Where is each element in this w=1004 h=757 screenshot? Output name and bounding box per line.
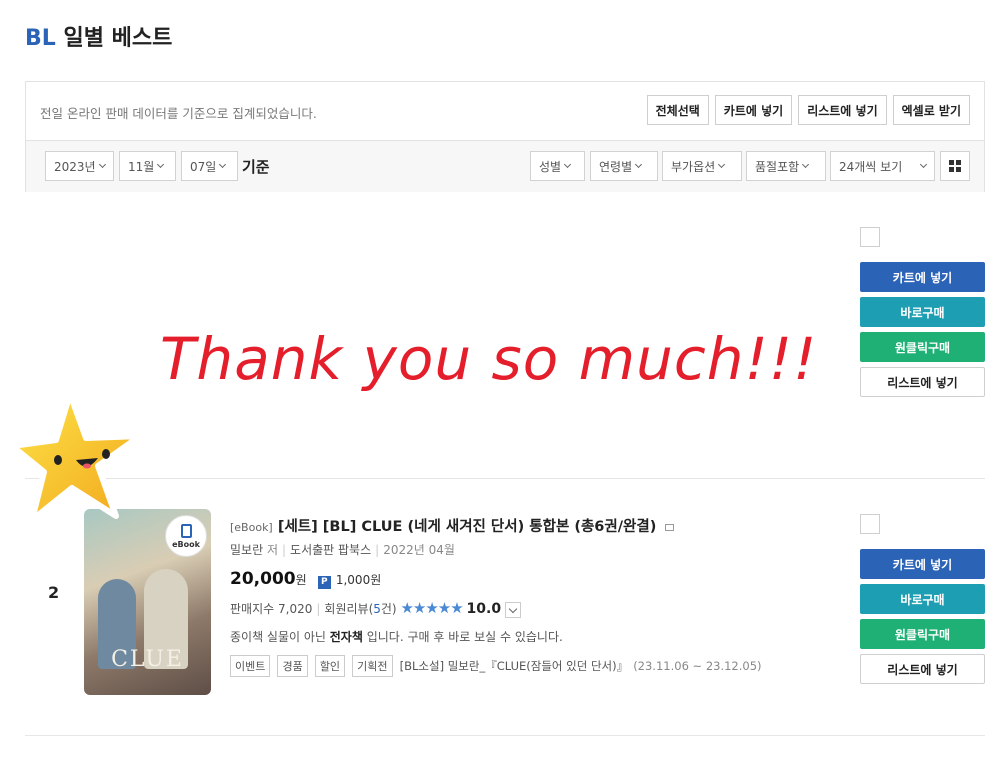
date-basis-label: 기준 <box>242 158 270 176</box>
item2-one-click-button[interactable]: 원클릭구매 <box>860 619 985 649</box>
soldout-filter-label: 품절포함 <box>755 159 800 174</box>
chevron-down-icon <box>98 160 106 169</box>
review-count-link[interactable]: 5 <box>373 602 381 616</box>
author-role: 저 <box>266 543 278 557</box>
extra-option-filter[interactable]: 부가옵션 <box>662 151 742 181</box>
item1-cart-button[interactable]: 카트에 넣기 <box>860 262 985 292</box>
chevron-down-icon <box>564 160 572 169</box>
points-value: 1,000원 <box>335 573 382 587</box>
rating-stars-icon: ★★★★★ <box>400 599 463 617</box>
item1-buy-now-button[interactable]: 바로구매 <box>860 297 985 327</box>
notice-text-after: 입니다. 구매 후 바로 보실 수 있습니다. <box>362 630 563 644</box>
ebook-badge-label: eBook <box>172 539 200 549</box>
price-value: 20,000 <box>230 569 296 589</box>
gender-filter[interactable]: 성별 <box>530 151 585 181</box>
page-title-text: 일별 베스트 <box>63 26 173 51</box>
soldout-filter[interactable]: 품절포함 <box>746 151 826 181</box>
item2-cart-button[interactable]: 카트에 넣기 <box>860 549 985 579</box>
price-line: 20,000원 P 1,000원 <box>230 569 381 589</box>
thank-you-overlay-text: Thank you so much!!! <box>160 325 818 393</box>
ebook-notice: 종이책 실물이 아닌 전자책 입니다. 구매 후 바로 보실 수 있습니다. <box>230 628 563 645</box>
day-value: 07일 <box>190 159 217 174</box>
item1-list-button[interactable]: 리스트에 넣기 <box>860 367 985 397</box>
day-select[interactable]: 07일 <box>181 151 238 181</box>
panel-top: 전일 온라인 판매 데이터를 기준으로 집계되었습니다. 전체선택 카트에 넣기… <box>26 82 984 141</box>
rank-number: 2 <box>48 583 60 602</box>
page-title-prefix: BL <box>25 26 56 51</box>
bulk-actions: 전체선택 카트에 넣기 리스트에 넣기 엑셀로 받기 <box>646 95 970 125</box>
star-mascot-icon <box>9 391 143 523</box>
author-link[interactable]: 밀보란 <box>230 543 263 557</box>
chip-special[interactable]: 기획전 <box>352 655 393 677</box>
book-title-line: [eBook] [세트] [BL] CLUE (네게 새겨진 단서) 통합본 (… <box>230 515 675 536</box>
chip-event[interactable]: 이벤트 <box>230 655 271 677</box>
age-filter-label: 연령별 <box>599 159 633 174</box>
select-all-button[interactable]: 전체선택 <box>646 95 709 125</box>
stats-line: 판매지수 7,020 | 회원리뷰(5건) ★★★★★ 10.0 <box>230 599 521 618</box>
grid-view-button[interactable] <box>940 151 970 181</box>
chevron-down-icon <box>157 160 165 169</box>
data-basis-note: 전일 온라인 판매 데이터를 기준으로 집계되었습니다. <box>40 106 317 121</box>
item2-checkbox[interactable] <box>860 514 880 534</box>
panel-filters: 2023년 11월 07일 기준 성별 연령별 부가옵션 품절포함 24개씩 보… <box>26 141 984 192</box>
publisher-link[interactable]: 도서출판 팝북스 <box>290 543 371 557</box>
year-select[interactable]: 2023년 <box>45 151 114 181</box>
chevron-down-icon <box>635 160 643 169</box>
item1-one-click-button[interactable]: 원클릭구매 <box>860 332 985 362</box>
new-window-icon[interactable] <box>665 524 675 531</box>
chip-discount[interactable]: 할인 <box>314 655 346 677</box>
month-value: 11월 <box>128 159 155 174</box>
promo-line: 이벤트 경품 할인 기획전 [BL소설] 밀보란_『CLUE(잠들어 있던 단서… <box>230 655 762 677</box>
sales-index-label: 판매지수 <box>230 602 275 616</box>
point-icon: P <box>317 576 331 589</box>
chevron-down-icon <box>919 160 928 169</box>
rating-detail-toggle[interactable] <box>504 601 521 618</box>
row-divider <box>25 735 985 736</box>
add-to-list-bulk-button[interactable]: 리스트에 넣기 <box>798 95 887 125</box>
page-title: BL 일별 베스트 <box>25 20 172 52</box>
item2-buy-now-button[interactable]: 바로구매 <box>860 584 985 614</box>
cover-title: CLUE <box>111 647 184 672</box>
review-suffix: 건) <box>380 602 397 616</box>
page-size-select[interactable]: 24개씩 보기 <box>830 151 935 181</box>
item1-checkbox[interactable] <box>860 227 880 247</box>
chip-giveaway[interactable]: 경품 <box>277 655 308 677</box>
export-excel-button[interactable]: 엑셀로 받기 <box>892 95 970 125</box>
gender-filter-label: 성별 <box>539 159 562 174</box>
rating-score: 10.0 <box>466 601 502 617</box>
year-value: 2023년 <box>54 159 96 174</box>
chevron-down-icon <box>219 160 227 169</box>
sales-index-value: 7,020 <box>278 602 313 616</box>
add-to-cart-bulk-button[interactable]: 카트에 넣기 <box>714 95 793 125</box>
month-select[interactable]: 11월 <box>119 151 176 181</box>
notice-text-before: 종이책 실물이 아닌 <box>230 630 330 644</box>
price-unit: 원 <box>295 573 307 587</box>
item2-list-button[interactable]: 리스트에 넣기 <box>860 654 985 684</box>
book-title-link[interactable]: [세트] [BL] CLUE (네게 새겨진 단서) 통합본 (총6권/완결) <box>278 519 657 535</box>
format-tag: [eBook] <box>230 521 273 534</box>
promo-dates: (23.11.06 ~ 23.12.05) <box>633 659 762 673</box>
page-size-value: 24개씩 보기 <box>839 159 903 174</box>
promo-link[interactable]: [BL소설] 밀보란_『CLUE(잠들어 있던 단서)』 <box>400 659 628 673</box>
chevron-down-icon <box>718 160 726 169</box>
review-label: 회원리뷰( <box>324 602 374 616</box>
publish-date: 2022년 04월 <box>383 543 455 557</box>
extra-option-label: 부가옵션 <box>671 159 716 174</box>
book-cover[interactable]: CLUE eBook <box>84 509 211 695</box>
ebook-icon <box>180 523 192 538</box>
chevron-down-icon <box>802 160 810 169</box>
book-meta: 밀보란 저 | 도서출판 팝북스 | 2022년 04월 <box>230 543 455 557</box>
row-divider <box>25 478 985 479</box>
age-filter[interactable]: 연령별 <box>590 151 658 181</box>
notice-text-bold: 전자책 <box>329 630 363 644</box>
grid-icon <box>949 160 961 172</box>
control-panel: 전일 온라인 판매 데이터를 기준으로 집계되었습니다. 전체선택 카트에 넣기… <box>25 81 985 192</box>
ebook-badge: eBook <box>165 515 207 557</box>
